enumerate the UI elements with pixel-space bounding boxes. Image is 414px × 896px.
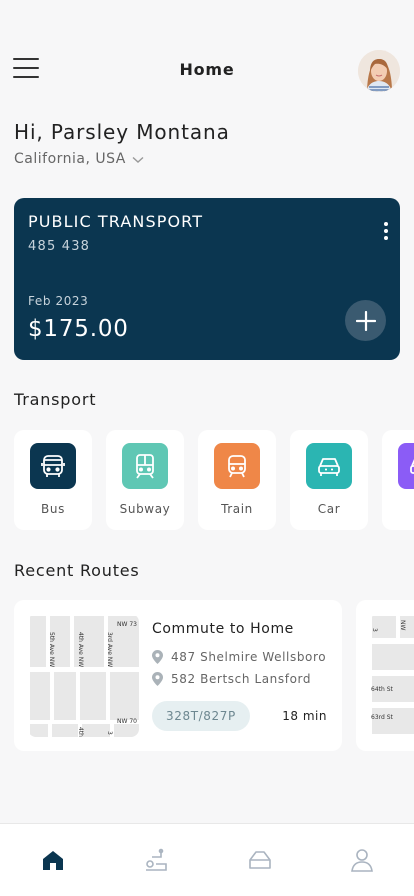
map-street-label: NW 73 [117, 621, 137, 628]
card-title: PUBLIC TRANSPORT [28, 212, 204, 231]
route-duration: 18 min [282, 709, 327, 723]
location-label: California, USA [14, 151, 126, 167]
card-number: 485 438 [28, 239, 91, 254]
routes-list: 5th Ave NW 4th Ave NW 3rd Ave NW NW 73 N… [14, 600, 414, 752]
bus-icon [30, 443, 76, 489]
location-pin-icon [152, 672, 163, 686]
map-street-label: 5th Ave NW [48, 632, 55, 667]
card-balance: $175.00 [28, 316, 129, 342]
map-street-label: 63rd St [371, 714, 394, 721]
nav-routes[interactable] [142, 846, 170, 874]
greeting-text: Hi, Parsley Montana [14, 120, 230, 144]
transport-pass-card[interactable]: PUBLIC TRANSPORT 485 438 Feb 2023 $175.0… [14, 198, 400, 360]
top-bar: Home [0, 46, 414, 94]
transport-item-label: Subway [119, 502, 171, 516]
route-stop-to: 582 Bertsch Lansford [152, 672, 311, 686]
transport-item-car[interactable]: Car [290, 430, 368, 530]
transport-item-bus[interactable]: Bus [14, 430, 92, 530]
map-street-label: NW 70 [117, 718, 137, 725]
route-stop-from: 487 Shelmire Wellsboro [152, 650, 326, 664]
taxi-icon [398, 443, 414, 489]
map-street-label: 3 [106, 731, 113, 735]
wallet-icon [249, 851, 271, 869]
route-card[interactable]: 64th St 63rd St NW 3 [356, 600, 414, 751]
transport-item-taxi[interactable]: T [382, 430, 414, 530]
map-street-label: NW [399, 620, 406, 630]
map-street-label: 3rd Ave NW [106, 632, 113, 667]
bottom-navigation [0, 823, 414, 896]
route-map: 5th Ave NW 4th Ave NW 3rd Ave NW NW 73 N… [28, 614, 139, 737]
map-street-label: 4th Ave NW [77, 632, 84, 667]
transport-section-title: Transport [14, 390, 97, 409]
map-street-label: 3 [371, 628, 378, 632]
add-funds-button[interactable] [345, 300, 386, 341]
more-options-icon[interactable] [380, 222, 392, 246]
nav-profile[interactable] [348, 846, 376, 874]
route-to-text: 582 Bertsch Lansford [171, 672, 312, 686]
route-title: Commute to Home [152, 621, 294, 637]
map-street-label: 64th St [371, 686, 394, 693]
location-selector[interactable]: California, USA [14, 151, 144, 167]
route-from-text: 487 Shelmire Wellsboro [171, 650, 327, 664]
location-pin-icon [152, 650, 163, 664]
home-icon [43, 851, 63, 870]
transport-item-label: Train [221, 502, 253, 516]
transport-item-subway[interactable]: Subway [106, 430, 184, 530]
chevron-down-icon [132, 156, 144, 163]
car-icon [306, 443, 352, 489]
transport-item-label: Car [317, 502, 341, 516]
route-icon [146, 848, 167, 871]
route-map: 64th St 63rd St NW 3 [370, 614, 414, 737]
user-avatar[interactable] [358, 50, 400, 92]
train-icon [214, 443, 260, 489]
transport-list: Bus Subway Train Car [14, 430, 414, 530]
subway-icon [122, 443, 168, 489]
recent-routes-section-title: Recent Routes [14, 561, 140, 580]
card-date: Feb 2023 [28, 294, 89, 308]
transport-item-train[interactable]: Train [198, 430, 276, 530]
transport-item-label: T [382, 502, 414, 516]
route-line-badge: 328T/827P [152, 701, 250, 731]
nav-home[interactable] [39, 846, 67, 874]
plus-icon [355, 310, 376, 331]
page-title: Home [179, 60, 235, 79]
map-street-label: 4th [77, 727, 84, 737]
route-card[interactable]: 5th Ave NW 4th Ave NW 3rd Ave NW NW 73 N… [14, 600, 342, 751]
nav-wallet[interactable] [246, 846, 274, 874]
transport-item-label: Bus [41, 502, 65, 516]
profile-icon [351, 849, 373, 872]
